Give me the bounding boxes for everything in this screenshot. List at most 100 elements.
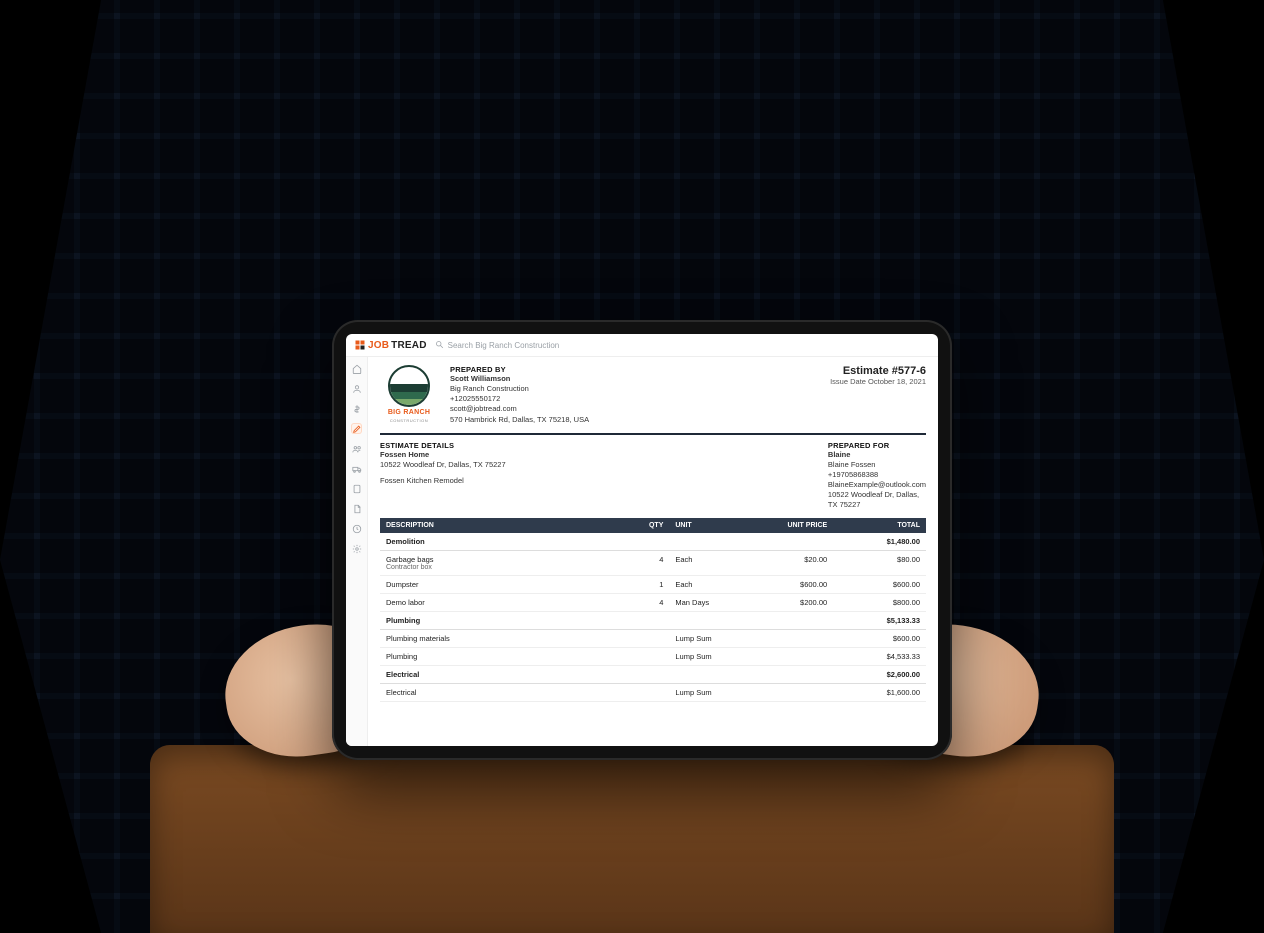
section-name: Plumbing	[380, 612, 833, 630]
cell-qty: 1	[631, 576, 669, 594]
project-name: Fossen Home	[380, 450, 506, 460]
divider	[380, 433, 926, 435]
home-icon[interactable]	[351, 363, 362, 374]
search-input[interactable]: Search Big Ranch Construction	[435, 340, 930, 351]
cell-total: $600.00	[833, 630, 926, 648]
col-qty: QTY	[631, 518, 669, 533]
cell-total: $1,600.00	[833, 684, 926, 702]
cell-unit-price	[746, 648, 833, 666]
logo-text-tread: TREAD	[391, 340, 426, 351]
company-logo-name: BIG RANCH	[388, 409, 430, 416]
prepared-for-name: Blaine Fossen	[828, 460, 926, 470]
job-name: Fossen Kitchen Remodel	[380, 476, 506, 486]
cell-description: Dumpster	[380, 576, 631, 594]
col-unit: UNIT	[669, 518, 745, 533]
table-row[interactable]: Electrical Lump Sum $1,600.00	[380, 684, 926, 702]
clock-icon[interactable]	[351, 523, 362, 534]
truck-icon[interactable]	[351, 463, 362, 474]
cell-description: Plumbing	[380, 648, 631, 666]
cell-qty: 4	[631, 594, 669, 612]
cell-qty	[631, 648, 669, 666]
prepared-for-label: PREPARED FOR	[828, 441, 926, 450]
prepared-by-label: PREPARED BY	[450, 365, 818, 374]
search-icon	[435, 340, 444, 351]
prepared-by-address: 570 Hambrick Rd, Dallas, TX 75218, USA	[450, 415, 818, 425]
cell-unit: Lump Sum	[669, 630, 745, 648]
cell-total: $80.00	[833, 551, 926, 576]
tablet-icon[interactable]	[351, 483, 362, 494]
gear-icon[interactable]	[351, 543, 362, 554]
cell-description: Electrical	[380, 684, 631, 702]
estimate-number: Estimate #577-6	[830, 365, 926, 377]
cell-unit-price	[746, 684, 833, 702]
prepared-by-phone: +12025550172	[450, 394, 818, 404]
project-address: 10522 Woodleaf Dr, Dallas, TX 75227	[380, 460, 506, 470]
cell-unit-price: $600.00	[746, 576, 833, 594]
section-total: $5,133.33	[833, 612, 926, 630]
prepared-for-address2: TX 75227	[828, 500, 926, 510]
top-bar: JOBTREAD Search Big Ranch Construction	[346, 334, 938, 357]
company-logo-mark-icon	[388, 365, 430, 407]
user-icon[interactable]	[351, 383, 362, 394]
table-row[interactable]: Demo labor4Man Days$200.00$800.00	[380, 594, 926, 612]
prepared-for-phone: +19705868388	[828, 470, 926, 480]
sidebar	[346, 357, 368, 746]
cell-unit: Man Days	[669, 594, 745, 612]
cell-total: $4,533.33	[833, 648, 926, 666]
cell-unit-price	[746, 630, 833, 648]
section-row[interactable]: Electrical$2,600.00	[380, 666, 926, 684]
app-screen: JOBTREAD Search Big Ranch Construction	[346, 334, 938, 746]
section-row[interactable]: Demolition$1,480.00	[380, 533, 926, 551]
prepared-by-email: scott@jobtread.com	[450, 404, 818, 414]
section-name: Electrical	[380, 666, 833, 684]
tablet-frame: JOBTREAD Search Big Ranch Construction	[332, 320, 952, 760]
estimate-details-block: ESTIMATE DETAILS Fossen Home 10522 Woodl…	[380, 441, 506, 511]
cell-qty: 4	[631, 551, 669, 576]
prepared-by-company: Big Ranch Construction	[450, 384, 818, 394]
pencil-icon[interactable]	[351, 423, 362, 434]
estimate-document: BIG RANCH CONSTRUCTION PREPARED BY Scott…	[368, 357, 938, 746]
logo-text-job: JOB	[368, 340, 389, 351]
cell-description: Plumbing materials	[380, 630, 631, 648]
table-row[interactable]: Dumpster1Each$600.00$600.00	[380, 576, 926, 594]
estimate-heading: Estimate #577-6 Issue Date October 18, 2…	[830, 365, 926, 425]
cell-description: Demo labor	[380, 594, 631, 612]
company-logo-subtitle: CONSTRUCTION	[390, 418, 428, 423]
search-placeholder: Search Big Ranch Construction	[448, 341, 560, 350]
document-icon[interactable]	[351, 503, 362, 514]
estimate-details-label: ESTIMATE DETAILS	[380, 441, 506, 450]
cell-qty	[631, 630, 669, 648]
prepared-for-block: PREPARED FOR Blaine Blaine Fossen +19705…	[828, 441, 926, 511]
col-description: DESCRIPTION	[380, 518, 631, 533]
prepared-by-block: PREPARED BY Scott Williamson Big Ranch C…	[450, 365, 818, 425]
cell-unit-price: $200.00	[746, 594, 833, 612]
prepared-by-name: Scott Williamson	[450, 374, 818, 384]
prepared-for-short: Blaine	[828, 450, 926, 460]
app-logo[interactable]: JOBTREAD	[354, 339, 427, 351]
cell-total: $800.00	[833, 594, 926, 612]
section-total: $1,480.00	[833, 533, 926, 551]
company-logo: BIG RANCH CONSTRUCTION	[380, 365, 438, 425]
table-header-row: DESCRIPTION QTY UNIT UNIT PRICE TOTAL	[380, 518, 926, 533]
people-icon[interactable]	[351, 443, 362, 454]
cell-unit-price: $20.00	[746, 551, 833, 576]
cell-unit: Each	[669, 576, 745, 594]
estimate-issue-date: Issue Date October 18, 2021	[830, 377, 926, 386]
table-row[interactable]: Plumbing Lump Sum $4,533.33	[380, 648, 926, 666]
cell-total: $600.00	[833, 576, 926, 594]
prepared-for-email: BlaineExample@outlook.com	[828, 480, 926, 490]
table-row[interactable]: Garbage bagsContractor box4Each$20.00$80…	[380, 551, 926, 576]
cell-qty	[631, 684, 669, 702]
dollar-icon[interactable]	[351, 403, 362, 414]
section-row[interactable]: Plumbing$5,133.33	[380, 612, 926, 630]
section-name: Demolition	[380, 533, 833, 551]
col-unit-price: UNIT PRICE	[746, 518, 833, 533]
cell-unit: Each	[669, 551, 745, 576]
logo-mark-icon	[354, 339, 366, 351]
cell-unit: Lump Sum	[669, 684, 745, 702]
cell-unit: Lump Sum	[669, 648, 745, 666]
section-total: $2,600.00	[833, 666, 926, 684]
cell-description: Garbage bagsContractor box	[380, 551, 631, 576]
table-row[interactable]: Plumbing materials Lump Sum $600.00	[380, 630, 926, 648]
line-items-table: DESCRIPTION QTY UNIT UNIT PRICE TOTAL De…	[380, 518, 926, 702]
